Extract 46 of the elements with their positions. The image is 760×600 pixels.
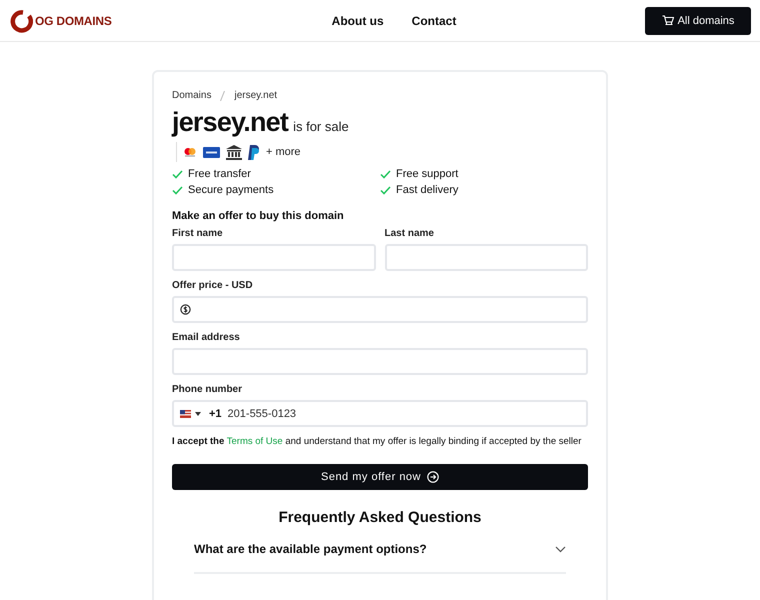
feature-text: Free transfer [188, 168, 251, 180]
sale-note: is for sale [293, 119, 349, 134]
input-field[interactable] [172, 244, 376, 271]
logo-text: OG DOMAINS [35, 14, 112, 28]
feature-text: Secure payments [188, 184, 274, 196]
feature-text: Free support [396, 168, 458, 180]
phone-number-input[interactable]: 201-555-0123 [226, 406, 580, 420]
check-icon [172, 186, 183, 194]
separator-icon [220, 90, 226, 100]
card-logo-icon [203, 146, 220, 158]
arrow-icon [427, 471, 439, 483]
input-field[interactable] [172, 348, 588, 375]
country-code: +1 [209, 408, 222, 420]
field-label: Last name [384, 228, 435, 239]
field-label: Email address [172, 332, 241, 343]
domain-name: jersey.net [172, 107, 288, 138]
form-title: Make an offer to buy this domain [172, 210, 345, 222]
check-icon [380, 170, 391, 178]
faq-question[interactable]: What are the available payment options? [194, 532, 566, 574]
cart-icon [662, 15, 674, 26]
dollar-icon [180, 304, 191, 315]
send-offer-button[interactable]: Send my offer now [172, 464, 588, 490]
terms-text: I accept the Terms of Use and understand that my offer is legally binding if accepted by the seller [172, 436, 582, 447]
wallet-logo-icon [248, 144, 260, 160]
price-field[interactable] [172, 296, 588, 323]
chevron-icon [555, 546, 566, 552]
faq-title: Frequently Asked Questions [278, 509, 482, 526]
breadcrumb-link[interactable]: Domains [172, 90, 212, 101]
caret-icon[interactable] [195, 412, 201, 416]
card-logo-icon [183, 147, 197, 157]
check-icon [380, 186, 391, 194]
more-payments: + more [266, 146, 301, 158]
logo-icon [9, 8, 33, 32]
nav-link[interactable]: Contact [412, 14, 456, 28]
check-icon [172, 170, 183, 178]
field-label: Offer price - USD [172, 280, 254, 291]
bank-icon [226, 144, 242, 160]
input-field[interactable] [384, 244, 588, 271]
field-label: First name [172, 228, 224, 239]
all-domains-button[interactable]: All domains [645, 6, 751, 34]
breadcrumb-link[interactable]: jersey.net [234, 90, 278, 101]
phone-field[interactable]: +1 201-555-0123 [172, 400, 588, 427]
flag-icon[interactable] [180, 410, 191, 418]
field-label: Phone number [172, 384, 244, 395]
feature-text: Fast delivery [396, 184, 458, 196]
nav-link[interactable]: About us [332, 14, 384, 28]
